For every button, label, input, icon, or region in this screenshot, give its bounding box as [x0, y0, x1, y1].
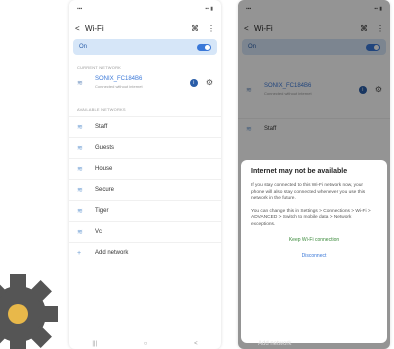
dialog-hint: You can change this in Settings > Connec…	[251, 208, 371, 227]
page-title: Wi-Fi	[85, 23, 104, 33]
wifi-icon: ≋	[77, 166, 83, 173]
internet-warning-dialog: Internet may not be available If you sta…	[241, 160, 387, 343]
recent-apps-icon[interactable]: |||	[92, 341, 97, 347]
app-bar: < Wi-Fi ⌘ ⋮	[69, 17, 221, 39]
disconnect-button[interactable]: Disconnect	[251, 253, 377, 259]
wifi-on-label: On	[79, 44, 88, 50]
dialog-message: If you stay connected to this Wi-Fi netw…	[251, 183, 366, 202]
wifi-icon: ≋	[77, 187, 83, 194]
back-nav-icon[interactable]: <	[194, 341, 198, 347]
phone-wifi-list: ▪▪▪ ▪▪ ▮ < Wi-Fi ⌘ ⋮ On CURRENT NETWORK ≋…	[69, 0, 221, 349]
network-item[interactable]: ≋ Staff	[69, 116, 221, 137]
current-network-name: SONIX_FC184B6	[95, 76, 143, 82]
plus-icon: +	[77, 249, 82, 257]
current-network-status: Connected without internet	[95, 84, 143, 89]
network-item[interactable]: ≋ Secure	[69, 179, 221, 200]
more-options-icon[interactable]: ⋮	[207, 24, 215, 33]
status-bar: ▪▪▪ ▪▪ ▮	[77, 5, 213, 12]
available-networks-header: AVAILABLE NETWORKS	[77, 107, 126, 112]
gear-icon	[0, 274, 58, 349]
network-item[interactable]: ≋ Tiger	[69, 200, 221, 221]
wifi-icon: ≋	[77, 79, 83, 87]
nav-bar: ||| ○ <	[69, 339, 221, 349]
scan-icon[interactable]: ⌘	[191, 24, 199, 33]
wifi-icon: ≋	[77, 208, 83, 215]
back-icon[interactable]: <	[75, 24, 85, 33]
add-network-item: Add network	[258, 341, 292, 347]
settings-icon[interactable]: ⚙	[206, 78, 213, 87]
network-item[interactable]: ≋ House	[69, 158, 221, 179]
phone-dialog: ▪▪▪ ▪▪ ▮ < Wi-Fi ⌘ ⋮ On ≋ SONIX_FC184B6 Co…	[238, 0, 390, 349]
current-network-header: CURRENT NETWORK	[77, 65, 122, 70]
wifi-toggle[interactable]	[197, 43, 211, 51]
network-item[interactable]: ≋ Vc	[69, 221, 221, 242]
wifi-icon: ≋	[77, 229, 83, 236]
wifi-icon: ≋	[77, 145, 83, 152]
keep-wifi-button[interactable]: Keep Wi-Fi connection	[251, 237, 377, 243]
wifi-icon: ≋	[77, 124, 83, 131]
network-item[interactable]: ≋ Guests	[69, 137, 221, 158]
home-icon[interactable]: ○	[144, 341, 148, 347]
info-icon[interactable]: i	[189, 78, 198, 87]
wifi-toggle-row[interactable]: On	[73, 39, 217, 55]
dialog-title: Internet may not be available	[251, 168, 348, 175]
add-network-item[interactable]: + Add network	[69, 242, 221, 263]
current-network-row[interactable]: ≋ SONIX_FC184B6 Connected without intern…	[69, 74, 221, 97]
network-list: ≋ Staff ≋ Guests ≋ House ≋ Secure ≋ Tiger ≋ Vc…	[69, 116, 221, 263]
